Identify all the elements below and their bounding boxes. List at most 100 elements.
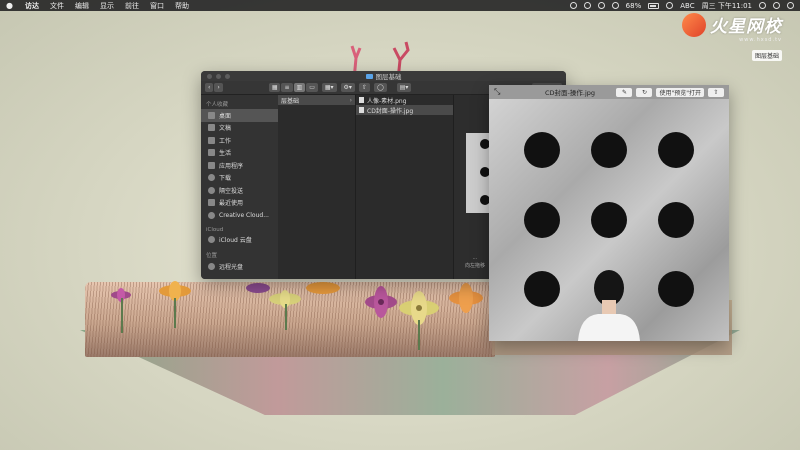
- flower-stem: [285, 304, 287, 330]
- status-area: 68% ABC 周三 下午11:01: [569, 1, 794, 11]
- finder-titlebar[interactable]: 图层基础: [201, 71, 566, 81]
- disc-icon: [208, 262, 215, 270]
- sidebar-item-documents[interactable]: 文稿: [201, 122, 278, 135]
- logo-icon: [682, 12, 706, 37]
- quicklook-close-button[interactable]: ⤡: [494, 87, 500, 97]
- share-button[interactable]: ⇧: [358, 83, 370, 92]
- menu-edit[interactable]: 编辑: [75, 1, 89, 11]
- black-dot: [591, 132, 627, 168]
- flower-stem: [174, 298, 176, 328]
- image-file-icon: [359, 97, 364, 103]
- black-dot: [591, 202, 627, 238]
- sidebar-item-recents[interactable]: 最近使用: [201, 197, 278, 210]
- list-icon[interactable]: [787, 2, 794, 9]
- tag-button[interactable]: ◯: [373, 83, 387, 92]
- view-mode-segment: ▦ ≡ ▥ ▭: [268, 83, 318, 92]
- folder-icon: [208, 149, 215, 157]
- menu-app[interactable]: 访达: [25, 1, 39, 11]
- favorites-header: 个人收藏: [206, 102, 229, 108]
- quicklook-title: CD封面-操作.jpg: [545, 89, 596, 97]
- folder-icon: [208, 136, 215, 144]
- sidebar-item-desktop[interactable]: 桌面: [201, 109, 278, 122]
- image-file-icon: [359, 107, 364, 113]
- markup-button[interactable]: ✎: [616, 87, 633, 97]
- preview-more-button[interactable]: ⋯ 向左拖移: [460, 256, 490, 269]
- input-method[interactable]: ABC: [680, 2, 694, 10]
- flower-orange-3: [448, 282, 484, 314]
- time-machine-icon[interactable]: [583, 2, 591, 9]
- flower-orange-2: [305, 280, 341, 296]
- volume-icon[interactable]: [611, 2, 619, 9]
- search-icon[interactable]: [759, 2, 766, 9]
- wifi-icon[interactable]: [597, 2, 605, 9]
- folder-icon: [365, 73, 373, 79]
- siri-icon[interactable]: [773, 2, 780, 9]
- watermark-domain: www.hxsd.tv: [739, 37, 782, 43]
- close-button[interactable]: [207, 74, 212, 79]
- black-dot: [658, 132, 694, 168]
- watermark-logo: 火星网校: [682, 12, 782, 37]
- sidebar-item-work[interactable]: 工作: [201, 134, 278, 147]
- finder-title: 图层基础: [375, 73, 402, 81]
- flower-purple-2: [364, 285, 398, 319]
- creative-cloud-icon: [208, 211, 215, 219]
- sidebar-item-life[interactable]: 生活: [201, 147, 278, 160]
- icloud-header: iCloud: [206, 226, 224, 233]
- column-1: 层基础 ›: [278, 95, 356, 279]
- chevron-right-icon: ›: [349, 96, 352, 104]
- black-dot: [658, 271, 694, 307]
- open-with-preview-button[interactable]: 使用"预览"打开: [656, 87, 704, 97]
- download-icon: [208, 174, 215, 182]
- menu-window[interactable]: 窗口: [150, 1, 164, 11]
- sidebar-item-applications[interactable]: 应用程序: [201, 159, 278, 172]
- menu-bar: ● 访达 文件 编辑 显示 前往 窗口 帮助 68% ABC 周三 下午11:0…: [0, 0, 800, 11]
- column-view-button[interactable]: ▥: [293, 83, 306, 92]
- black-dot: [524, 132, 560, 168]
- gallery-view-button[interactable]: ▭: [306, 83, 318, 92]
- black-dot: [658, 202, 694, 238]
- applications-icon: [208, 161, 215, 169]
- locations-header: 位置: [206, 253, 218, 259]
- menu-go[interactable]: 前往: [125, 1, 139, 11]
- desktop-icon: [208, 111, 215, 119]
- list-item[interactable]: CD封面-操作.jpg: [356, 105, 453, 115]
- sidebar-item-airdrop[interactable]: 隔空投送: [201, 184, 278, 197]
- battery-icon[interactable]: [648, 2, 660, 9]
- sidebar-toggle-button[interactable]: ▤▾: [396, 83, 412, 92]
- finder-sidebar: 个人收藏 桌面 文稿 工作 生活 应用程序 下载 隔空投送 最近使用 Creat…: [201, 95, 278, 279]
- sidebar-item-downloads[interactable]: 下载: [201, 172, 278, 185]
- group-button[interactable]: ▦▾: [321, 83, 337, 92]
- sidebar-item-icloud-drive[interactable]: iCloud 云盘: [201, 234, 278, 247]
- rotate-button[interactable]: ↻: [636, 87, 653, 97]
- black-dot: [524, 202, 560, 238]
- battery-percent[interactable]: 68%: [626, 2, 642, 10]
- flower-stem: [418, 320, 420, 350]
- apple-icon[interactable]: ●: [6, 1, 15, 10]
- cloud-icon: [208, 236, 215, 244]
- sidebar-item-remote-disc[interactable]: 远程光盘: [201, 260, 278, 273]
- menu-help[interactable]: 帮助: [175, 1, 189, 11]
- sidebar-item-creative-cloud[interactable]: Creative Cloud...: [201, 209, 278, 222]
- back-button[interactable]: ‹: [205, 83, 214, 92]
- cd-cover-image: [489, 99, 729, 341]
- flag-icon[interactable]: [666, 2, 674, 9]
- minimize-button[interactable]: [216, 74, 221, 79]
- list-view-button[interactable]: ≡: [281, 83, 293, 92]
- watermark: 火星网校 www.hxsd.tv 图层基础: [682, 12, 782, 62]
- black-dot: [524, 271, 560, 307]
- recents-icon: [208, 199, 215, 207]
- icon-view-button[interactable]: ▦: [268, 83, 281, 92]
- share-button[interactable]: ⇧: [708, 87, 724, 97]
- quicklook-toolbar: ⤡ CD封面-操作.jpg ✎ ↻ 使用"预览"打开 ⇧: [489, 85, 729, 99]
- quicklook-buttons: ✎ ↻ 使用"预览"打开 ⇧: [616, 87, 724, 97]
- clock[interactable]: 周三 下午11:01: [702, 1, 752, 11]
- action-gear-button[interactable]: ⚙▾: [340, 83, 355, 92]
- zoom-button[interactable]: [225, 74, 230, 79]
- quicklook-window: ⤡ CD封面-操作.jpg ✎ ↻ 使用"预览"打开 ⇧: [489, 85, 729, 341]
- forward-button[interactable]: ›: [214, 83, 223, 92]
- screen-record-icon[interactable]: [569, 2, 577, 9]
- menu-view[interactable]: 显示: [100, 1, 114, 11]
- list-item[interactable]: 人像-素材.png: [356, 95, 453, 105]
- menu-file[interactable]: 文件: [50, 1, 64, 11]
- list-item[interactable]: 层基础 ›: [278, 95, 355, 105]
